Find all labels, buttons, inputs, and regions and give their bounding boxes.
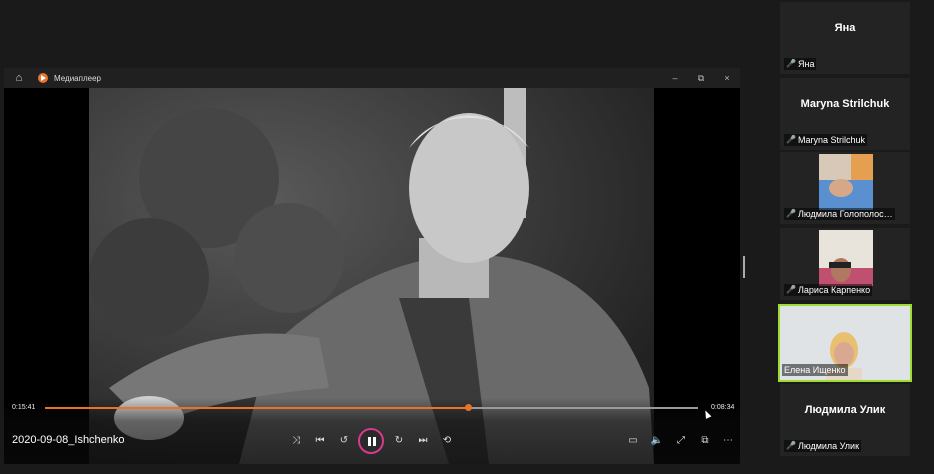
pause-button[interactable]: [358, 428, 384, 454]
mic-muted-icon: 🎤: [786, 135, 796, 144]
participant-gallery: ✋ ⋯ Яна 🎤 Яна Maryna Strilchuk 🎤 Maryna …: [778, 0, 934, 474]
seek-progress: [45, 407, 469, 409]
participant-label: 🎤 Людмила Улик: [784, 440, 862, 452]
maximize-button[interactable]: ⧉: [688, 68, 714, 88]
participant-display-name: Яна: [834, 22, 856, 34]
participant-tile[interactable]: Maryna Strilchuk 🎤 Maryna Strilchuk: [780, 78, 910, 150]
participant-label: 🎤 Лариса Карпенко: [784, 284, 873, 296]
next-icon[interactable]: ⏭: [415, 433, 431, 449]
participant-name: Людмила Голополос…: [798, 209, 893, 219]
current-time: 0:15:41: [12, 404, 36, 411]
repeat-off-icon[interactable]: ⟲: [439, 433, 455, 449]
file-name: 2020-09-08_Ishchenko: [12, 434, 125, 446]
participant-name: Яна: [798, 59, 815, 69]
participant-display-name: Maryna Strilchuk: [800, 98, 890, 110]
participant-display-name: Людмила Улик: [804, 404, 886, 416]
participant-video: [819, 154, 873, 210]
participant-name: Maryna Strilchuk: [798, 135, 866, 145]
shuffle-icon[interactable]: ⤨: [288, 433, 304, 449]
participant-name: Елена Ищенко: [784, 365, 846, 375]
participant-tile[interactable]: 🎤 Людмила Голополос…: [780, 152, 910, 224]
player-titlebar: ⌂ Медиаплеер – ⧉ ×: [4, 68, 740, 88]
participant-label: Елена Ищенко: [782, 364, 848, 376]
participant-name: Лариса Карпенко: [798, 285, 871, 295]
mic-muted-icon: 🎤: [786, 285, 796, 294]
subtitles-icon[interactable]: ▭: [625, 433, 641, 449]
participant-video: [819, 230, 873, 286]
mic-muted-icon: 🎤: [786, 209, 796, 218]
participant-label: 🎤 Яна: [784, 58, 817, 70]
participant-name: Людмила Улик: [798, 441, 860, 451]
mic-muted-icon: 🎤: [786, 59, 796, 68]
panel-resize-handle[interactable]: [743, 256, 745, 278]
mini-player-icon[interactable]: ⧉: [697, 433, 713, 449]
more-options-icon[interactable]: ⋯: [720, 433, 736, 449]
mic-muted-icon: 🎤: [786, 441, 796, 450]
playback-controls: 0:15:41 0:08:34 2020-09-08_Ishchenko ⤨ ⏮…: [4, 398, 740, 464]
participant-label: 🎤 Людмила Голополос…: [784, 208, 895, 220]
seek-thumb[interactable]: [465, 404, 473, 411]
participant-label: 🎤 Maryna Strilchuk: [784, 134, 868, 146]
participant-tile[interactable]: Людмила Улик 🎤 Людмила Улик: [780, 384, 910, 456]
home-icon[interactable]: ⌂: [12, 71, 26, 85]
participant-tile-active-speaker[interactable]: Елена Ищенко: [778, 304, 912, 382]
volume-icon[interactable]: 🔈: [649, 433, 665, 449]
participant-tile[interactable]: 🎤 Лариса Карпенко: [780, 228, 910, 300]
seek-bar[interactable]: [45, 404, 698, 411]
fullscreen-icon[interactable]: ⤢: [673, 433, 689, 449]
skip-back-icon[interactable]: ↺: [336, 433, 352, 449]
media-player-app-icon: [38, 73, 48, 83]
skip-forward-icon[interactable]: ↻: [391, 433, 407, 449]
window-controls: – ⧉ ×: [662, 68, 740, 88]
media-player-window: ⌂ Медиаплеер – ⧉ × 0:15:41 0:08:34 2020-…: [4, 68, 740, 464]
close-button[interactable]: ×: [714, 68, 740, 88]
window-title: Медиаплеер: [54, 73, 101, 83]
participant-tile[interactable]: Яна 🎤 Яна: [780, 2, 910, 74]
shared-screen: ⌂ Медиаплеер – ⧉ × 0:15:41 0:08:34 2020-…: [0, 0, 778, 474]
minimize-button[interactable]: –: [662, 68, 688, 88]
total-time: 0:08:34: [711, 404, 735, 411]
previous-icon[interactable]: ⏮: [312, 433, 328, 449]
